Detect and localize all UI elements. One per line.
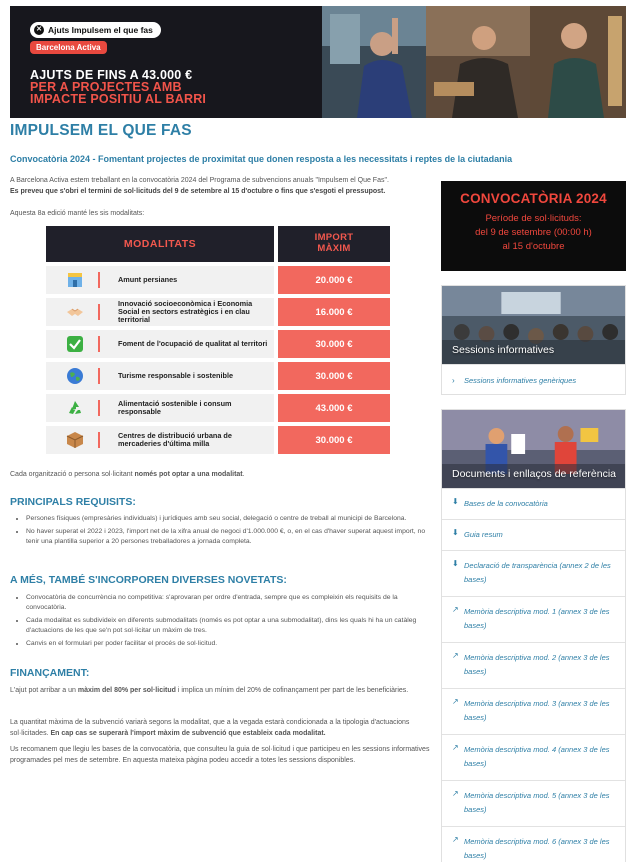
amount-header: IMPORT MÀXIM [278,226,390,262]
document-link[interactable]: ↗ Memòria descriptiva mod. 2 (annex 3 de… [442,642,625,688]
documents-title: Documents i enllaços de referència [452,468,617,480]
modality-label: Amunt persianes [118,274,178,284]
external-link-icon: ↗ [452,789,459,798]
document-link[interactable]: ⬇ Declaració de transparència (annex 2 d… [442,550,625,596]
convocatoria-title: CONVOCATÒRIA 2024 [460,191,607,206]
documents-card: Documents i enllaços de referència ⬇ Bas… [441,409,626,862]
download-icon: ⬇ [452,497,459,506]
external-link-icon: ↗ [452,743,459,752]
sessions-title: Sessions informatives [452,344,555,356]
modality-row: Innovació socioeconòmica i Economia Soci… [46,298,390,326]
sessions-image: Sessions informatives [442,286,625,364]
amount-header-line-2: MÀXIM [317,243,351,254]
requirements-heading: PRINCIPALS REQUISITS: [10,496,136,508]
list-item: Persones físiques (empresàries individua… [26,514,428,524]
modality-row: Centres de distribució urbana de mercade… [46,426,390,454]
financing-heading: FINANÇAMENT: [10,667,90,679]
modality-amount: 43.000 € [278,394,390,422]
page-title: IMPULSEM EL QUE FAS [10,122,192,139]
hero-brand-badge: Barcelona Activa [30,41,107,54]
hero-banner: ✕ Ajuts Impulsem el que fas Barcelona Ac… [10,6,626,118]
financing-paragraph-3: Us recomanem que llegiu les bases de la … [10,746,430,764]
sessions-link[interactable]: › Sessions informatives genèriques [442,364,625,396]
modality-label: Alimentació sostenible i consum responsa… [118,398,232,416]
storefront-icon [68,273,82,287]
modality-label: Innovació socioeconòmica i Economia Soci… [118,298,253,325]
handshake-icon [67,308,83,316]
external-link-icon: ↗ [452,697,459,706]
sessions-link-label: Sessions informatives genèriques [464,375,577,385]
download-icon: ⬇ [452,559,459,568]
modality-amount: 30.000 € [278,330,390,358]
sessions-card: Sessions informatives › Sessions informa… [441,285,626,395]
package-icon [66,432,84,448]
list-item: Canvis en el formulari per poder facilit… [26,639,428,649]
convocatoria-end: al 15 d'octubre [502,241,565,252]
checkmark-icon [67,336,83,352]
hero-subheadline: PER A PROJECTES AMB IMPACTE POSITIU AL B… [30,81,207,106]
novelties-list: Convocatòria de concurrència no competit… [26,593,428,652]
convocatoria-start: del 9 de setembre (00:00 h) [475,227,592,238]
modality-amount: 30.000 € [278,426,390,454]
modality-label: Turisme responsable i sostenible [118,370,234,380]
document-link[interactable]: ↗ Memòria descriptiva mod. 1 (annex 3 de… [442,596,625,642]
intro-line-1: A Barcelona Activa estem treballant en l… [10,177,389,184]
recycle-icon [69,401,81,414]
intro-modalities-note: Aquesta 8a edició manté les sis modalita… [10,210,145,217]
modality-row: Alimentació sostenible i consum responsa… [46,394,390,422]
novelties-heading: A MÉS, TAMBÉ S'INCORPOREN DIVERSES NOVET… [10,574,287,586]
intro-paragraph: A Barcelona Activa estem treballant en l… [10,176,430,197]
hero-subheadline-line-2: IMPACTE POSITIU AL BARRI [30,91,207,106]
modality-label: Centres de distribució urbana de mercade… [118,430,232,448]
modality-amount: 16.000 € [278,298,390,326]
hero-tag: ✕ Ajuts Impulsem el que fas [30,22,161,38]
close-icon: ✕ [34,25,44,35]
documents-image: Documents i enllaços de referència [442,410,625,488]
modality-amount: 30.000 € [278,362,390,390]
document-link[interactable]: ⬇ Bases de la convocatòria [442,488,625,519]
financing-paragraph-1: L'ajut pot arribar a un màxim del 80% pe… [10,687,409,694]
external-link-icon: ↗ [452,651,459,660]
convocatoria-period-label: Període de sol·licituds: [485,213,582,224]
globe-icon [67,368,83,384]
hero-photos [322,6,626,118]
convocatoria-box: CONVOCATÒRIA 2024 Període de sol·licitud… [441,181,626,271]
list-item: Cada modalitat es subdivideix en diferen… [26,616,428,636]
download-icon: ⬇ [452,528,459,537]
external-link-icon: ↗ [452,605,459,614]
modality-row: Amunt persianes 20.000 € [46,266,390,294]
modalities-header: MODALITATS [46,226,274,262]
modalities-table: MODALITATS IMPORT MÀXIM Amunt persianes … [46,226,390,458]
document-link[interactable]: ↗ Memòria descriptiva mod. 6 (annex 3 de… [442,826,625,862]
modality-amount: 20.000 € [278,266,390,294]
document-link[interactable]: ↗ Memòria descriptiva mod. 4 (annex 3 de… [442,734,625,780]
page-subtitle: Convocatòria 2024 - Fomentant projectes … [10,154,513,164]
document-link[interactable]: ↗ Memòria descriptiva mod. 5 (annex 3 de… [442,780,625,826]
requirements-list: Persones físiques (empresàries individua… [26,514,428,550]
list-item: Convocatòria de concurrència no competit… [26,593,428,613]
intro-line-2: Es preveu que s'obri el termini de sol·l… [10,187,386,195]
document-link[interactable]: ↗ Memòria descriptiva mod. 3 (annex 3 de… [442,688,625,734]
single-modality-note: Cada organització o persona sol·licitant… [10,471,245,478]
financing-paragraph-2: La quantitat màxima de la subvenció vari… [10,719,410,737]
document-link[interactable]: ⬇ Guia resum [442,519,625,550]
modality-row: Foment de l'ocupació de qualitat al terr… [46,330,390,358]
list-item: No haver superat el 2022 i 2023, l'impor… [26,527,428,547]
hero-tag-label: Ajuts Impulsem el que fas [48,25,153,35]
modality-row: Turisme responsable i sostenible 30.000 … [46,362,390,390]
chevron-right-icon: › [452,376,455,385]
modality-label: Foment de l'ocupació de qualitat al terr… [118,338,268,348]
external-link-icon: ↗ [452,835,459,844]
amount-header-line-1: IMPORT [314,232,354,243]
